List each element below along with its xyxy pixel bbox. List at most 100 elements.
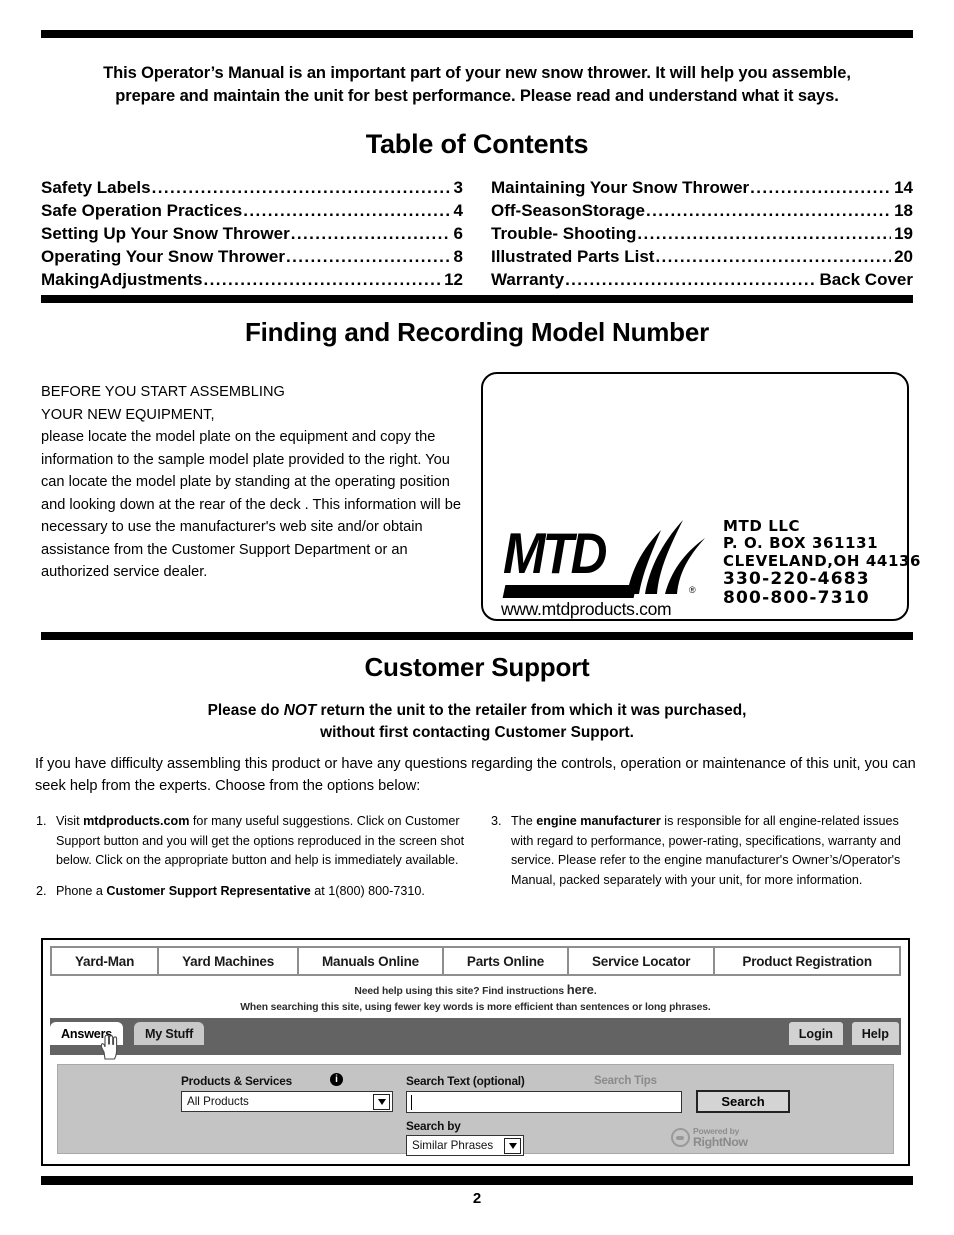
option-number: 1. — [36, 814, 47, 828]
intro-statement: This Operator’s Manual is an important p… — [41, 62, 913, 109]
brand-tab-product-registration[interactable]: Product Registration — [715, 948, 899, 974]
sample-model-plate: MTD ® www.mtdproducts.com MTD LLC P. O. … — [481, 372, 920, 621]
rightnow-label: RightNow — [693, 1134, 748, 1149]
text-caret — [411, 1095, 412, 1110]
mtd-pobox: P. O. BOX 361131 — [723, 534, 879, 553]
toc-entry[interactable]: Operating Your Snow Thrower ............… — [41, 245, 463, 268]
options-column-left: 1. Visit mtdproducts.com for many useful… — [36, 812, 465, 913]
toc-dot-leader: ........................................… — [637, 224, 892, 244]
toc-dot-leader: ........................................… — [565, 270, 817, 290]
notice-pre: Please do — [207, 702, 284, 719]
toc-entry-page: 12 — [444, 270, 463, 290]
site-help-line-1: Need help using this site? Find instruct… — [50, 980, 901, 1000]
site-nav-bar: Answers My Stuff Login Help — [50, 1018, 901, 1060]
toc-dot-leader: ........................................… — [645, 201, 891, 221]
customer-support-notice: Please do NOT return the unit to the ret… — [100, 700, 854, 745]
brand-tab-yard-machines[interactable]: Yard Machines — [159, 948, 300, 974]
toc-entry-title: Safe Operation Practices — [41, 201, 243, 221]
login-button[interactable]: Login — [788, 1022, 843, 1045]
option-text: Visit mtdproducts.com for many useful su… — [56, 812, 465, 871]
mtd-logo: MTD ® www.mtdproducts.com — [501, 519, 713, 619]
model-number-body: BEFORE YOU START ASSEMBLING YOUR NEW EQU… — [41, 381, 461, 584]
option-pre: The — [511, 814, 537, 828]
toc-entry-page: 8 — [453, 247, 463, 267]
toc-entry[interactable]: Maintaining Your Snow Thrower ..........… — [491, 176, 913, 199]
search-button[interactable]: Search — [696, 1090, 790, 1113]
toc-entry-title: Off-SeasonStorage — [491, 201, 645, 221]
toc-entry-page: 19 — [894, 224, 913, 244]
toc-dot-leader: ........................................… — [203, 270, 442, 290]
toc-entry-page: 3 — [453, 178, 463, 197]
toc-dot-leader: ........................................… — [290, 224, 451, 244]
brand-tab-yard-man[interactable]: Yard-Man — [52, 948, 160, 974]
option-post: at 1(800) 800-7310. — [310, 883, 425, 898]
notice-not-emphasis: NOT — [283, 702, 317, 719]
mtd-company: MTD LLC — [723, 517, 801, 536]
option-bold: engine manufacturer — [536, 814, 661, 828]
toc-entry[interactable]: Warranty ...............................… — [491, 268, 913, 291]
toc-entry[interactable]: Off-SeasonStorage ......................… — [491, 199, 913, 222]
toc-entry-title: Setting Up Your Snow Thrower — [41, 224, 290, 244]
site-help-text: Need help using this site? Find instruct… — [50, 980, 901, 1015]
nav-tab-my-stuff[interactable]: My Stuff — [134, 1022, 205, 1045]
option-item: 3. The engine manufacturer is responsibl… — [491, 812, 920, 891]
registered-trademark-icon: ® — [689, 585, 696, 595]
toc-dot-leader: ........................................… — [286, 247, 451, 267]
brand-tab-bar: Yard-Man Yard Machines Manuals Online Pa… — [50, 946, 901, 976]
rightnow-mark-icon — [671, 1128, 690, 1148]
toc-entry[interactable]: Illustrated Parts List .................… — [491, 245, 913, 268]
toc-entry-title: Illustrated Parts List — [491, 247, 655, 267]
brand-tab-parts-online[interactable]: Parts Online — [444, 948, 570, 974]
search-text-input[interactable] — [406, 1091, 682, 1113]
toc-entry-title: Maintaining Your Snow Thrower — [491, 178, 750, 197]
toc-entry-title: Safety Labels — [41, 178, 151, 197]
section-rule-toc-bottom — [41, 295, 913, 303]
toc-column-right: Maintaining Your Snow Thrower ..........… — [491, 176, 913, 292]
bottom-rule — [41, 1176, 913, 1185]
option-bold: mtdproducts.com — [83, 814, 190, 828]
option-item: 2. Phone a Customer Support Representati… — [36, 882, 465, 902]
table-of-contents-heading: Table of Contents — [365, 129, 589, 159]
toc-entry[interactable]: MakingAdjustments ......................… — [41, 268, 463, 291]
chevron-down-icon[interactable] — [373, 1094, 390, 1110]
model-plate-content: MTD ® www.mtdproducts.com MTD LLC P. O. … — [501, 517, 920, 619]
option-pre: Phone a — [56, 883, 107, 898]
manual-page: This Operator’s Manual is an important p… — [0, 0, 954, 1235]
option-bold: Customer Support Representative — [106, 883, 311, 898]
toc-entry[interactable]: Safety Labels ..........................… — [41, 176, 463, 199]
model-body-text: please locate the model plate on the equ… — [41, 429, 461, 581]
products-select[interactable]: All Products — [181, 1091, 393, 1112]
intro-line-2: prepare and maintain the unit for best p… — [115, 87, 839, 106]
site-help-pre: Need help using this site? Find instruct… — [354, 986, 567, 997]
notice-post: return the unit to the retailer from whi… — [316, 702, 747, 719]
toc-dot-leader: ........................................… — [655, 247, 891, 267]
hand-cursor-icon — [99, 1034, 119, 1060]
customer-support-heading: Customer Support — [364, 652, 590, 682]
mtd-address-block: MTD LLC P. O. BOX 361131 CLEVELAND,OH 44… — [713, 517, 921, 611]
site-help-post: . — [593, 986, 597, 997]
mtd-wordmark: MTD — [503, 521, 607, 586]
option-number: 3. — [491, 814, 502, 828]
options-column-right: 3. The engine manufacturer is responsibl… — [491, 812, 920, 913]
customer-support-paragraph: If you have difficulty assembling this p… — [35, 756, 916, 795]
toc-entry[interactable]: Safe Operation Practices ...............… — [41, 199, 463, 222]
toc-entry-page: 6 — [453, 224, 463, 244]
brand-tab-manuals-online[interactable]: Manuals Online — [299, 948, 444, 974]
page-number: 2 — [472, 1190, 482, 1207]
chevron-down-icon[interactable] — [504, 1138, 521, 1154]
toc-dot-leader: ........................................… — [750, 178, 892, 197]
website-screenshot: Yard-Man Yard Machines Manuals Online Pa… — [41, 938, 910, 1166]
toc-entry-title: Trouble- Shooting — [491, 224, 637, 244]
intro-line-1: This Operator’s Manual is an important p… — [103, 64, 851, 82]
toc-entry[interactable]: Trouble- Shooting ......................… — [491, 222, 913, 245]
brand-tab-service-locator[interactable]: Service Locator — [569, 948, 716, 974]
search-by-select[interactable]: Similar Phrases — [406, 1135, 524, 1156]
toc-entry[interactable]: Setting Up Your Snow Thrower ...........… — [41, 222, 463, 245]
option-text: Phone a Customer Support Representative … — [56, 882, 465, 902]
info-icon[interactable]: i — [330, 1073, 343, 1086]
site-help-here-link[interactable]: here — [567, 982, 594, 997]
help-button[interactable]: Help — [851, 1022, 899, 1045]
search-tips-link[interactable]: Search Tips — [594, 1075, 657, 1087]
model-lead-line-2: YOUR NEW EQUIPMENT, — [41, 406, 215, 423]
customer-support-notice-line-1: Please do NOT return the unit to the ret… — [100, 700, 854, 722]
